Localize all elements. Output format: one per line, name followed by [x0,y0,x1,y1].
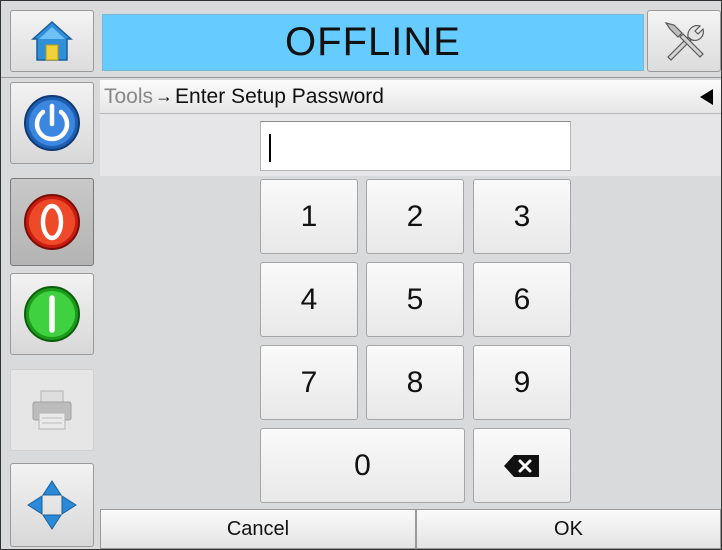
password-input[interactable] [260,121,571,171]
status-bar: OFFLINE [102,14,644,71]
start-icon [24,286,80,342]
key-0[interactable]: 0 [260,428,465,503]
breadcrumb-root[interactable]: Tools [104,85,153,109]
home-icon [31,20,73,61]
key-4[interactable]: 4 [260,262,358,337]
tools-icon [664,22,704,61]
text-cursor [269,134,271,162]
key-8[interactable]: 8 [366,345,464,420]
print-button[interactable] [10,369,94,451]
back-arrow-icon[interactable] [700,89,713,105]
home-button[interactable] [10,10,94,72]
key-5[interactable]: 5 [366,262,464,337]
breadcrumb: Tools → Enter Setup Password [100,80,721,114]
key-2[interactable]: 2 [366,179,464,254]
navigate-button[interactable] [10,463,94,547]
backspace-key[interactable] [473,428,571,503]
key-9[interactable]: 9 [473,345,571,420]
status-label: OFFLINE [285,20,461,64]
navigation-arrows-icon [27,480,77,530]
breadcrumb-current: Enter Setup Password [175,84,384,108]
key-3[interactable]: 3 [473,179,571,254]
breadcrumb-separator: → [155,86,174,106]
header-divider [1,77,721,78]
stop-button[interactable] [10,178,94,266]
power-button[interactable] [10,82,94,164]
power-icon [24,95,80,151]
screen: OFFLINE Tools → Enter Setup Password 1 2… [0,0,722,550]
key-1[interactable]: 1 [260,179,358,254]
key-7[interactable]: 7 [260,345,358,420]
stop-icon [24,194,80,250]
start-button[interactable] [10,273,94,355]
key-6[interactable]: 6 [473,262,571,337]
printer-icon [32,390,72,430]
cancel-button[interactable]: Cancel [100,509,416,549]
backspace-icon [504,454,539,477]
ok-button[interactable]: OK [416,509,721,549]
tools-button[interactable] [647,10,721,72]
